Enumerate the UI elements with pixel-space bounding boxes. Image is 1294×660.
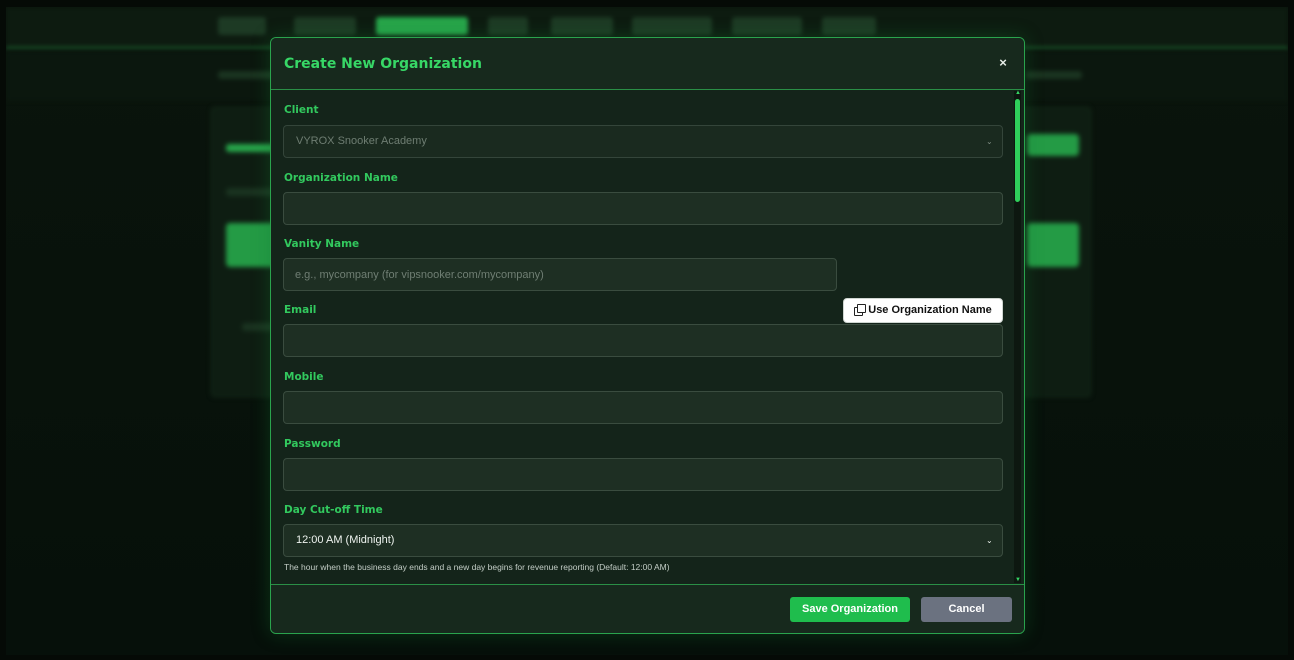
day-cutoff-label: Day Cut-off Time — [284, 504, 383, 516]
vanity-name-input[interactable] — [283, 258, 837, 291]
email-input[interactable] — [283, 324, 1003, 357]
modal-title: Create New Organization — [284, 56, 482, 72]
client-select: VYROX Snooker Academy ⌄ — [283, 125, 1003, 158]
scroll-up-arrow-icon[interactable]: ▲ — [1015, 90, 1021, 96]
client-select-value: VYROX Snooker Academy — [296, 135, 427, 147]
client-label: Client — [284, 104, 319, 116]
use-organization-name-label: Use Organization Name — [868, 304, 992, 316]
copy-icon — [854, 304, 867, 316]
vanity-name-label: Vanity Name — [284, 238, 360, 250]
organization-name-input[interactable] — [283, 192, 1003, 225]
modal-header: Create New Organization × — [271, 38, 1024, 90]
email-label: Email — [284, 304, 317, 316]
create-organization-modal: Create New Organization × Client VYROX S… — [270, 37, 1025, 634]
day-cutoff-help-text: The hour when the business day ends and … — [284, 562, 670, 572]
modal-body: Client VYROX Snooker Academy ⌄ Organizat… — [271, 90, 1024, 584]
close-button[interactable]: × — [996, 56, 1010, 70]
save-organization-button[interactable]: Save Organization — [790, 597, 910, 622]
cancel-button[interactable]: Cancel — [921, 597, 1012, 622]
scrollbar-thumb[interactable] — [1015, 99, 1020, 202]
password-label: Password — [284, 438, 341, 450]
use-organization-name-button[interactable]: Use Organization Name — [843, 298, 1003, 323]
day-cutoff-select-value: 12:00 AM (Midnight) — [296, 534, 395, 546]
chevron-down-icon: ⌄ — [986, 137, 993, 146]
modal-footer: Save Organization Cancel — [271, 584, 1024, 633]
day-cutoff-select[interactable]: 12:00 AM (Midnight) ⌄ — [283, 524, 1003, 557]
mobile-label: Mobile — [284, 371, 324, 383]
mobile-input[interactable] — [283, 391, 1003, 424]
scroll-down-arrow-icon[interactable]: ▼ — [1015, 577, 1021, 583]
chevron-down-icon: ⌄ — [986, 536, 993, 545]
modal-scrollbar[interactable]: ▲ ▼ — [1014, 90, 1021, 583]
password-input[interactable] — [283, 458, 1003, 491]
organization-name-label: Organization Name — [284, 172, 398, 184]
